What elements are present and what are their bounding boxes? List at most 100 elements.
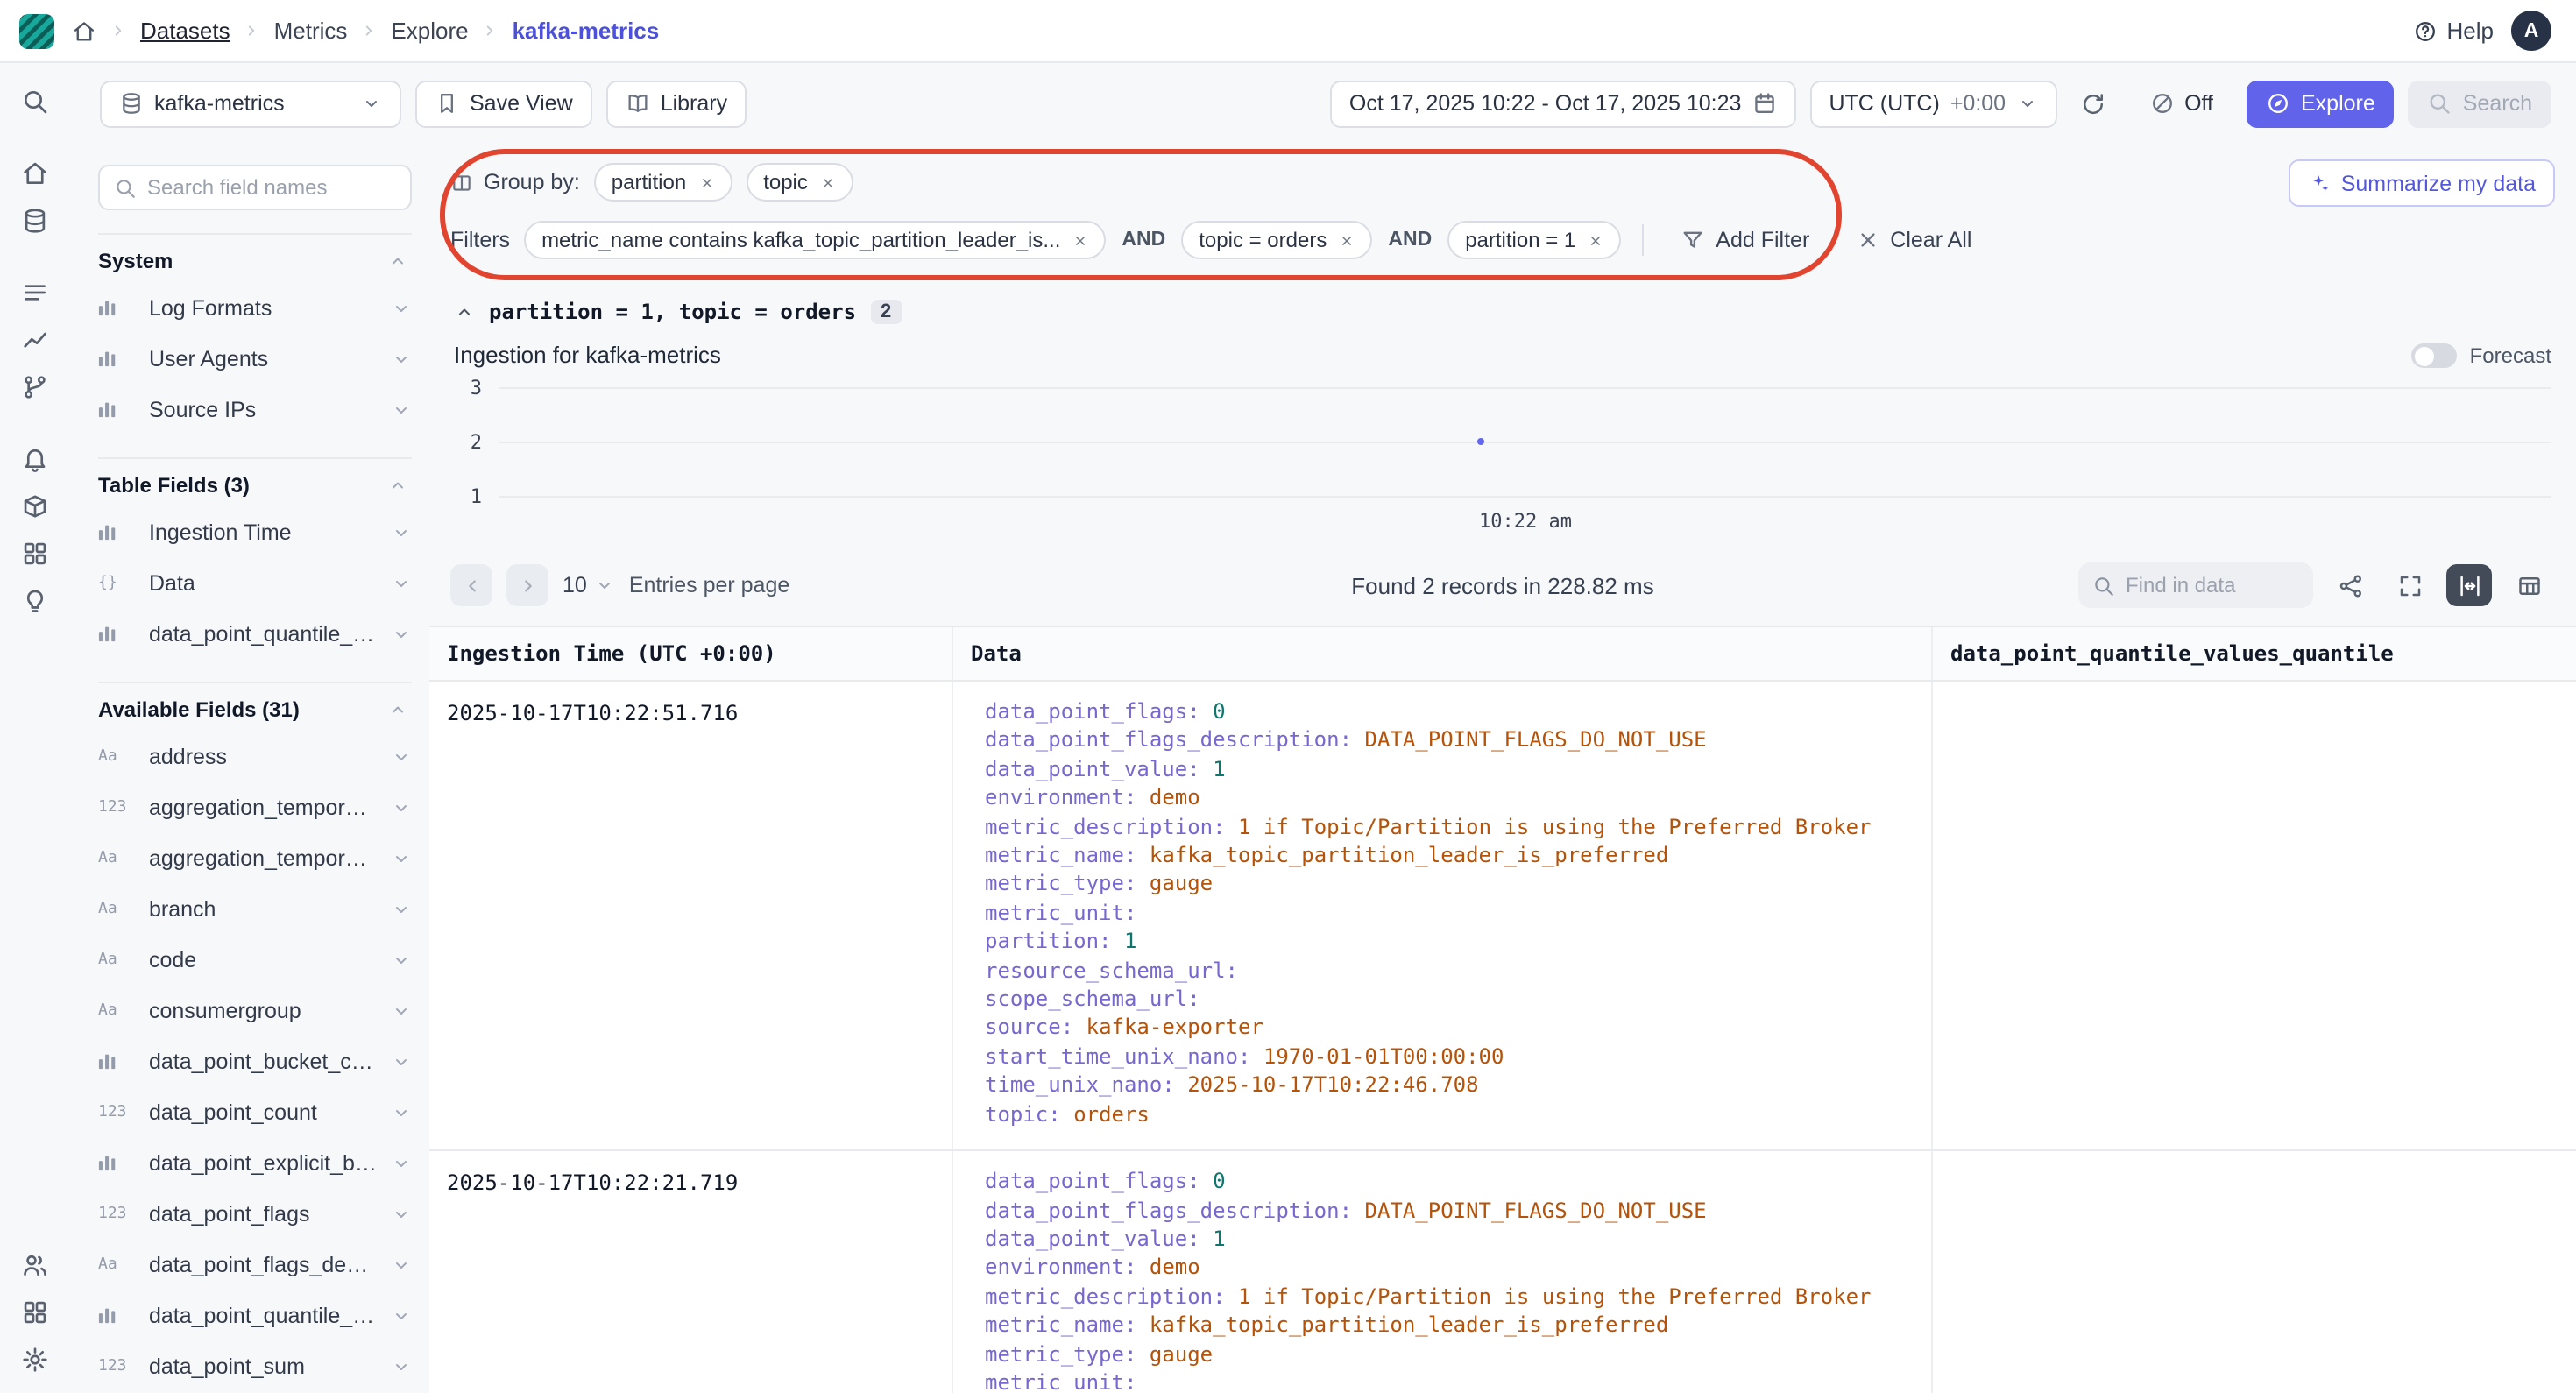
- sidebar-field-item[interactable]: Aacode: [98, 934, 412, 985]
- date-range-button[interactable]: Oct 17, 2025 10:22 - Oct 17, 2025 10:23: [1330, 80, 1796, 127]
- sidebar-field-item[interactable]: Aabranch: [98, 883, 412, 934]
- filter-chip[interactable]: topic: [746, 163, 853, 202]
- rail-apps-button[interactable]: [0, 1288, 70, 1335]
- forecast-label: Forecast: [2470, 343, 2551, 368]
- sidebar-field-item[interactable]: User Agents: [98, 333, 412, 384]
- sidebar-field-item[interactable]: data_point_explicit_bounds: [98, 1137, 412, 1188]
- timezone-select[interactable]: UTC (UTC) +0:00: [1809, 80, 2056, 127]
- find-in-data-input[interactable]: [2126, 573, 2299, 598]
- refresh-button[interactable]: [2070, 82, 2116, 124]
- chart-point[interactable]: [1477, 438, 1484, 445]
- chevron-down-icon: [391, 949, 412, 970]
- forecast-toggle[interactable]: [2412, 343, 2458, 368]
- rail-gear-button[interactable]: [0, 1335, 70, 1382]
- collapse-icon[interactable]: [454, 301, 475, 322]
- share-button[interactable]: [2327, 564, 2373, 606]
- rail-users-button[interactable]: [0, 1241, 70, 1288]
- sidebar-field-item[interactable]: data_point_quantile_value...: [98, 608, 412, 659]
- filter-chip[interactable]: topic = orders: [1181, 221, 1372, 259]
- rail-chart-line-button[interactable]: [0, 315, 70, 363]
- breadcrumb-explore[interactable]: Explore: [391, 18, 468, 44]
- data-field-key: scope_schema_url:: [985, 986, 1200, 1011]
- sidebar-section-header[interactable]: System: [98, 233, 412, 282]
- ingestion-time-value: 2025-10-17T10:22:51.716: [447, 701, 738, 725]
- sidebar-field-item[interactable]: 123data_point_sum: [98, 1340, 412, 1391]
- find-in-data[interactable]: [2078, 562, 2313, 608]
- summarize-button[interactable]: Summarize my data: [2289, 159, 2555, 207]
- group-by-row: Group by: partitiontopic: [450, 159, 2555, 205]
- data-field-line: time_unix_nano: 2025-10-17T10:22:46.708: [985, 1071, 1914, 1100]
- dataset-select[interactable]: kafka-metrics: [100, 80, 401, 127]
- search-mode-button[interactable]: Search: [2409, 80, 2551, 127]
- sidebar-field-item[interactable]: data_point_bucket_counts: [98, 1036, 412, 1086]
- rail-package-button[interactable]: [0, 482, 70, 529]
- rail-database-button[interactable]: [0, 196, 70, 244]
- field-label: branch: [149, 896, 216, 921]
- page-size-select[interactable]: 10: [563, 573, 615, 598]
- library-button[interactable]: Library: [606, 80, 747, 127]
- rail-search-button[interactable]: [0, 77, 70, 124]
- add-filter-button[interactable]: Add Filter: [1665, 219, 1825, 261]
- sidebar-field-item[interactable]: Source IPs: [98, 384, 412, 435]
- avatar[interactable]: A: [2511, 11, 2551, 51]
- column-header-ingestion-time[interactable]: Ingestion Time (UTC +0:00): [429, 627, 952, 680]
- rail-bell-button[interactable]: [0, 435, 70, 482]
- sidebar-field-item[interactable]: Aadata_point_flags_descript...: [98, 1239, 412, 1290]
- field-type-icon: 123: [98, 1103, 137, 1121]
- field-label: User Agents: [149, 346, 268, 371]
- app-logo[interactable]: [19, 13, 54, 48]
- rail-list-button[interactable]: [0, 268, 70, 315]
- rail-lightbulb-button[interactable]: [0, 576, 70, 624]
- column-header-quantile[interactable]: data_point_quantile_values_quantile: [1933, 627, 2576, 680]
- next-page-button[interactable]: [506, 564, 548, 606]
- breadcrumb-datasets[interactable]: Datasets: [140, 18, 230, 44]
- chip-remove-icon[interactable]: [698, 174, 714, 190]
- chip-remove-icon[interactable]: [1588, 232, 1603, 248]
- sidebar-section-header[interactable]: Table Fields (3): [98, 457, 412, 506]
- filter-chip[interactable]: partition = 1: [1447, 221, 1621, 259]
- sidebar-field-item[interactable]: 123data_point_count: [98, 1086, 412, 1137]
- fit-columns-button[interactable]: [2446, 564, 2492, 606]
- prev-page-button[interactable]: [450, 564, 492, 606]
- explore-button[interactable]: Explore: [2247, 80, 2395, 127]
- field-search-input[interactable]: [147, 175, 396, 200]
- sidebar-field-item[interactable]: Ingestion Time: [98, 506, 412, 557]
- help-button[interactable]: Help: [2414, 18, 2495, 44]
- field-label: data_point_sum: [149, 1354, 305, 1378]
- chip-remove-icon[interactable]: [820, 174, 836, 190]
- sidebar-field-item[interactable]: 123aggregation_temporality: [98, 781, 412, 832]
- sidebar-field-item[interactable]: Aaconsumergroup: [98, 985, 412, 1036]
- sidebar-field-item[interactable]: data_point_quantile_value...: [98, 1290, 412, 1340]
- sidebar-section-header[interactable]: Available Fields (31): [98, 682, 412, 731]
- clear-all-button[interactable]: Clear All: [1839, 219, 1987, 261]
- table-view-button[interactable]: [2506, 564, 2551, 606]
- chip-remove-icon[interactable]: [1339, 232, 1355, 248]
- sidebar-field-item[interactable]: 123data_point_flags: [98, 1188, 412, 1239]
- rail-grid-button[interactable]: [0, 529, 70, 576]
- filter-chip[interactable]: partition: [594, 163, 732, 202]
- group-header[interactable]: partition = 1, topic = orders 2: [429, 279, 2576, 324]
- table-row[interactable]: 2025-10-17T10:22:21.719data_point_flags:…: [429, 1151, 2576, 1393]
- breadcrumb-metrics[interactable]: Metrics: [274, 18, 348, 44]
- field-label: Source IPs: [149, 397, 256, 421]
- chip-label: topic = orders: [1199, 228, 1327, 252]
- table-row[interactable]: 2025-10-17T10:22:51.716data_point_flags:…: [429, 682, 2576, 1151]
- sidebar-field-item[interactable]: Aaaggregation_temporality_...: [98, 832, 412, 883]
- save-view-button[interactable]: Save View: [415, 80, 592, 127]
- sidebar-field-item[interactable]: {}Data: [98, 557, 412, 608]
- chart-panel: Ingestion for kafka-metrics Forecast 3 2…: [454, 342, 2551, 541]
- chip-remove-icon[interactable]: [1072, 232, 1088, 248]
- sidebar-field-item[interactable]: Log Formats: [98, 282, 412, 333]
- filter-chip[interactable]: metric_name contains kafka_topic_partiti…: [524, 221, 1106, 259]
- live-tail-button[interactable]: Off: [2130, 80, 2233, 127]
- field-label: data_point_bucket_counts: [149, 1049, 379, 1073]
- home-icon[interactable]: [72, 18, 96, 43]
- column-header-data[interactable]: Data: [952, 627, 1933, 680]
- rail-git-branch-button[interactable]: [0, 363, 70, 410]
- expand-button[interactable]: [2387, 564, 2432, 606]
- breadcrumb-current[interactable]: kafka-metrics: [513, 18, 660, 44]
- chart-plot[interactable]: 3 2 1 10:22 am: [454, 387, 2551, 538]
- field-search[interactable]: [98, 165, 412, 210]
- rail-home-button[interactable]: [0, 149, 70, 196]
- sidebar-field-item[interactable]: Aaaddress: [98, 731, 412, 781]
